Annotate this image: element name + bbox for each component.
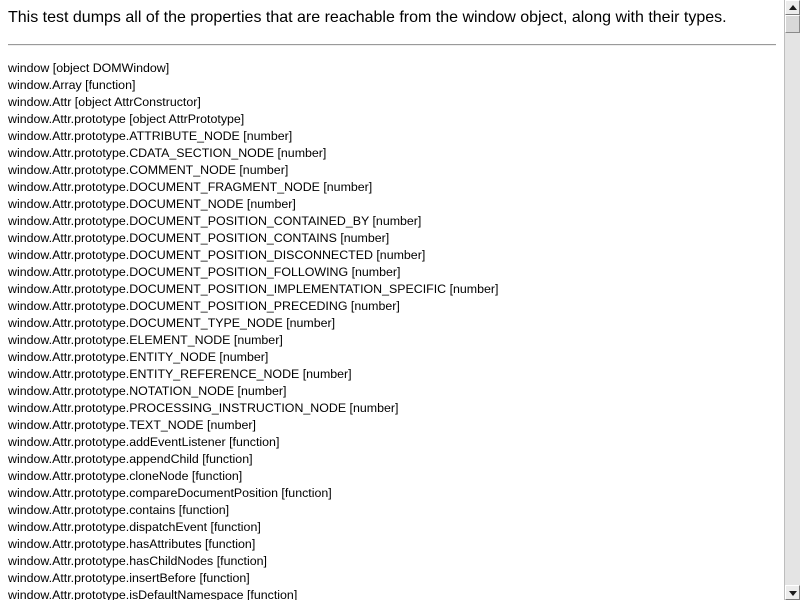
property-line: window.Attr.prototype.isDefaultNamespace… [8,588,298,600]
property-line: window.Attr.prototype.DOCUMENT_POSITION_… [8,265,401,279]
property-line: window.Attr [object AttrConstructor] [8,95,201,109]
property-line: window [object DOMWindow] [8,61,170,75]
property-line: window.Attr.prototype.DOCUMENT_FRAGMENT_… [8,180,373,194]
property-line: window.Attr.prototype.insertBefore [func… [8,571,250,585]
property-line: window.Attr.prototype.CDATA_SECTION_NODE… [8,146,327,160]
property-line: window.Attr.prototype.contains [function… [8,503,230,517]
property-line: window.Attr.prototype.COMMENT_NODE [numb… [8,163,289,177]
property-line: window.Attr.prototype.DOCUMENT_POSITION_… [8,248,426,262]
property-line: window.Attr.prototype.hasChildNodes [fun… [8,554,267,568]
property-line: window.Attr.prototype.ENTITY_REFERENCE_N… [8,367,352,381]
scroll-down-button[interactable] [785,585,800,600]
property-line: window.Attr.prototype.compareDocumentPos… [8,486,332,500]
property-line: window.Attr.prototype [object AttrProtot… [8,112,245,126]
scroll-thumb[interactable] [785,15,800,33]
property-line: window.Attr.prototype.DOCUMENT_POSITION_… [8,282,499,296]
property-line: window.Array [function] [8,78,136,92]
property-line: window.Attr.prototype.cloneNode [functio… [8,469,243,483]
page-content: This test dumps all of the properties th… [0,0,784,600]
property-line: window.Attr.prototype.hasAttributes [fun… [8,537,256,551]
property-list: window [object DOMWindow] window.Array [f… [8,60,498,600]
arrow-down-icon [789,591,797,596]
arrow-up-icon [789,5,797,10]
property-line: window.Attr.prototype.DOCUMENT_NODE [num… [8,197,296,211]
property-line: window.Attr.prototype.PROCESSING_INSTRUC… [8,401,399,415]
property-line: window.Attr.prototype.TEXT_NODE [number] [8,418,256,432]
property-line: window.Attr.prototype.appendChild [funct… [8,452,253,466]
property-line: window.Attr.prototype.DOCUMENT_POSITION_… [8,231,390,245]
property-line: window.Attr.prototype.ENTITY_NODE [numbe… [8,350,269,364]
property-line: window.Attr.prototype.DOCUMENT_TYPE_NODE… [8,316,336,330]
property-line: window.Attr.prototype.DOCUMENT_POSITION_… [8,299,400,313]
vertical-scrollbar[interactable] [784,0,800,600]
test-description: This test dumps all of the properties th… [8,9,727,26]
property-line: window.Attr.prototype.dispatchEvent [fun… [8,520,261,534]
property-line: window.Attr.prototype.addEventListener [… [8,435,280,449]
property-line: window.Attr.prototype.NOTATION_NODE [num… [8,384,287,398]
scroll-up-button[interactable] [785,0,800,15]
property-line: window.Attr.prototype.ELEMENT_NODE [numb… [8,333,283,347]
property-line: window.Attr.prototype.DOCUMENT_POSITION_… [8,214,422,228]
property-line: window.Attr.prototype.ATTRIBUTE_NODE [nu… [8,129,293,143]
horizontal-rule [8,44,776,46]
